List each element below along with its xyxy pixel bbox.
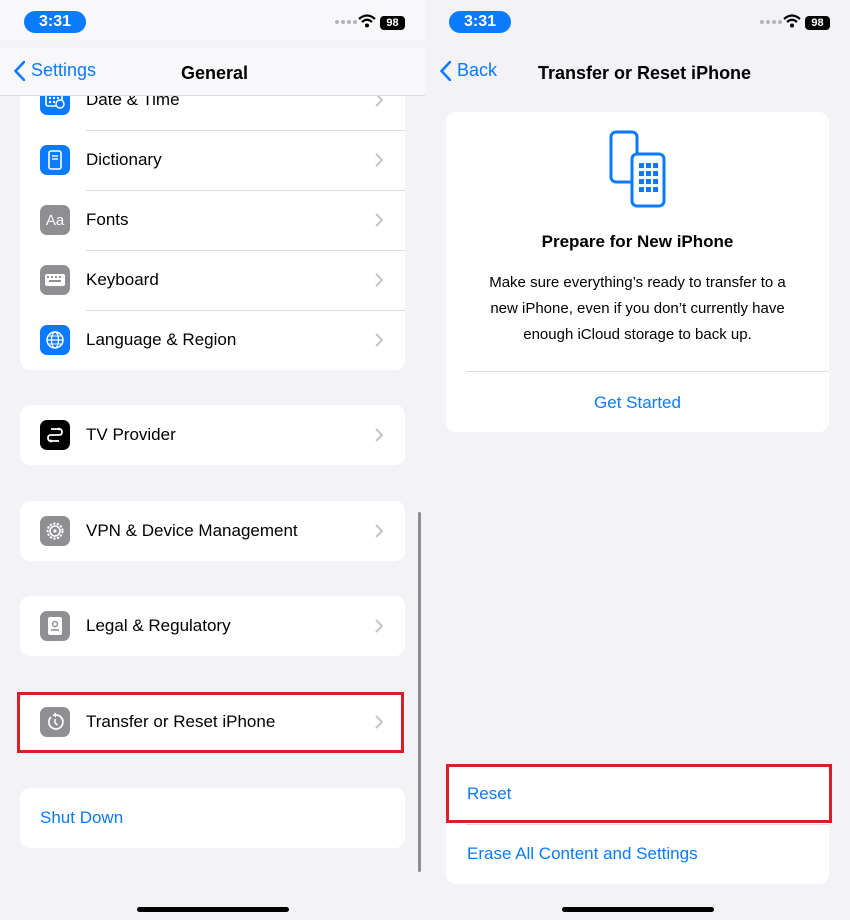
chevron-right-icon: [375, 153, 383, 167]
chevron-right-icon: [375, 213, 383, 227]
status-time: 3:31: [449, 11, 511, 33]
vpn-device-management-row[interactable]: VPN & Device Management: [20, 501, 405, 561]
transfer-card: Transfer or Reset iPhone: [20, 692, 405, 752]
chevron-right-icon: [375, 715, 383, 729]
language-region-label: Language & Region: [86, 330, 237, 349]
general-group-card: Date & Time Dictionary Aa Fonts Keyboard: [20, 70, 405, 370]
get-started-button[interactable]: Get Started: [446, 393, 829, 413]
prepare-description: Make sure everything’s ready to transfer…: [489, 274, 786, 343]
cellular-signal-icon: [760, 20, 782, 24]
reset-arrow-icon: [40, 707, 70, 737]
status-bar: 3:31 98: [0, 0, 425, 40]
back-button[interactable]: Back: [440, 60, 497, 81]
dictionary-row[interactable]: Dictionary: [20, 130, 405, 190]
tv-provider-row[interactable]: TV Provider: [20, 405, 405, 465]
reset-button[interactable]: Reset: [446, 764, 829, 824]
language-region-row[interactable]: Language & Region: [20, 310, 405, 370]
chevron-right-icon: [375, 524, 383, 538]
shut-down-button[interactable]: Shut Down: [20, 788, 405, 848]
home-indicator: [562, 907, 714, 912]
transfer-reset-label: Transfer or Reset iPhone: [86, 712, 276, 731]
chevron-right-icon: [375, 619, 383, 633]
home-indicator: [137, 907, 289, 912]
legal-card: Legal & Regulatory: [20, 596, 405, 656]
erase-all-button[interactable]: Erase All Content and Settings: [446, 824, 829, 884]
legal-regulatory-row[interactable]: Legal & Regulatory: [20, 596, 405, 656]
wifi-icon: [358, 14, 376, 28]
shut-down-label: Shut Down: [40, 808, 124, 827]
two-iphones-icon: [609, 130, 666, 208]
reset-label: Reset: [467, 784, 512, 803]
navigation-bar: Settings General: [0, 48, 425, 96]
status-time: 3:31: [24, 11, 86, 33]
status-bar: 3:31 98: [425, 0, 850, 40]
chevron-right-icon: [375, 333, 383, 347]
battery-icon: 98: [805, 16, 830, 30]
page-title: Transfer or Reset iPhone: [538, 63, 752, 83]
dictionary-label: Dictionary: [86, 150, 162, 169]
prepare-title: Prepare for New iPhone: [541, 232, 734, 251]
keyboard-label: Keyboard: [86, 270, 159, 289]
battery-icon: 98: [380, 16, 405, 30]
reset-options-card: Reset Erase All Content and Settings: [446, 764, 829, 884]
shut-down-card: Shut Down: [20, 788, 405, 848]
keyboard-icon: [40, 265, 70, 295]
tv-provider-card: TV Provider: [20, 405, 405, 465]
tv-provider-label: TV Provider: [86, 425, 176, 444]
erase-all-label: Erase All Content and Settings: [467, 844, 698, 863]
card-divider: [466, 371, 829, 372]
legal-label: Legal & Regulatory: [86, 616, 231, 635]
chevron-right-icon: [375, 428, 383, 442]
tv-provider-icon: [40, 420, 70, 450]
back-button-label: Settings: [31, 60, 97, 80]
fonts-row[interactable]: Aa Fonts: [20, 190, 405, 250]
wifi-icon: [783, 14, 801, 28]
chevron-left-icon: [440, 60, 451, 81]
page-title: General: [181, 63, 249, 83]
fonts-icon: Aa: [40, 205, 70, 235]
vpn-card: VPN & Device Management: [20, 501, 405, 561]
transfer-reset-row[interactable]: Transfer or Reset iPhone: [20, 692, 405, 752]
back-button[interactable]: Settings: [14, 60, 96, 81]
transfer-reset-screen: 3:31 98 Back Transfer or Reset iPhone Pr…: [425, 0, 850, 920]
back-button-label: Back: [457, 60, 498, 80]
navigation-bar: Back Transfer or Reset iPhone: [425, 48, 850, 96]
chevron-left-icon: [14, 60, 25, 81]
chevron-right-icon: [375, 273, 383, 287]
book-icon: [40, 145, 70, 175]
globe-icon: [40, 325, 70, 355]
scroll-indicator: [418, 512, 421, 872]
fonts-icon-glyph: Aa: [45, 211, 65, 229]
legal-document-icon: [40, 611, 70, 641]
vpn-label: VPN & Device Management: [86, 521, 298, 540]
gear-icon: [40, 516, 70, 546]
cellular-signal-icon: [335, 20, 357, 24]
prepare-new-iphone-card: Prepare for New iPhone Make sure everyth…: [446, 112, 829, 432]
keyboard-row[interactable]: Keyboard: [20, 250, 405, 310]
general-settings-screen: Date & Time Dictionary Aa Fonts Keyboard: [0, 0, 425, 920]
fonts-label: Fonts: [86, 210, 129, 229]
